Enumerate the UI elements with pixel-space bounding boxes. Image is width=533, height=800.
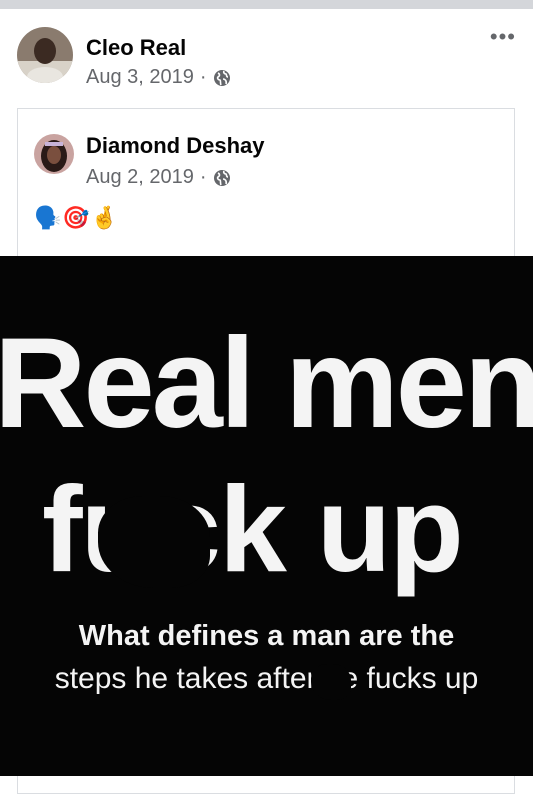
censor-blot xyxy=(98,496,210,588)
censor-blot xyxy=(311,664,351,700)
post-emoji-text: 🗣️🎯🤞 xyxy=(34,205,120,230)
post-meta: Aug 3, 2019 · xyxy=(86,66,231,89)
shared-meta: Aug 2, 2019 · xyxy=(86,166,231,189)
top-divider xyxy=(0,0,533,9)
post-author-name[interactable]: Cleo Real xyxy=(86,35,186,61)
shared-avatar[interactable] xyxy=(34,134,74,174)
meme-caption-line1: What defines a man are the xyxy=(78,620,455,652)
meme-headline-line1: Real men xyxy=(0,312,533,455)
avatar[interactable] xyxy=(17,27,73,83)
more-options-button[interactable]: ••• xyxy=(490,26,516,48)
meme-caption-line2: steps he takes after he fucks up xyxy=(54,662,479,695)
separator-dot: · xyxy=(199,66,207,88)
shared-date[interactable]: Aug 2, 2019 xyxy=(86,166,194,189)
globe-icon[interactable] xyxy=(213,169,231,187)
separator-dot: · xyxy=(199,166,207,188)
post-date[interactable]: Aug 3, 2019 xyxy=(86,66,194,89)
globe-icon[interactable] xyxy=(213,69,231,87)
shared-author-name[interactable]: Diamond Deshay xyxy=(86,133,265,159)
meme-image[interactable]: Real men fuck up What defines a man are … xyxy=(0,256,533,776)
